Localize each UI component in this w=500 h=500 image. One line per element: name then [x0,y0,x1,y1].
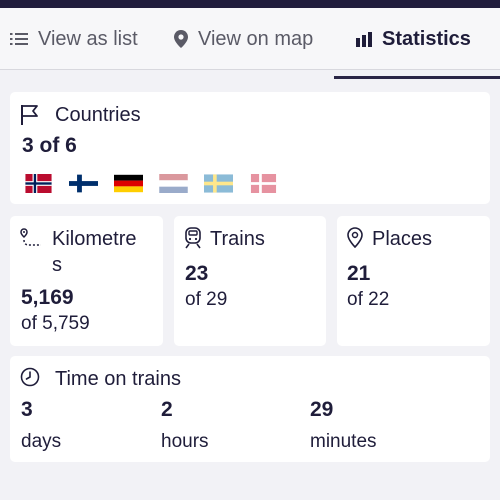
places-value: 21 [347,262,371,285]
tab-view-on-map[interactable]: View on map [174,8,313,70]
list-icon [10,32,28,46]
norway-flag-icon [25,174,52,193]
trains-title: Trains [210,228,265,250]
kilometres-card: Kilometre s 5,169 of 5,759 [10,216,163,346]
tab-view-on-map-label: View on map [198,27,314,50]
trains-card: Trains 23 of 29 [174,216,326,346]
denmark-flag-icon [250,174,277,193]
netherlands-flag-icon [159,174,188,193]
train-icon [185,227,201,249]
status-bar [0,0,500,8]
clock-icon [20,367,40,387]
kilometres-title-line2: s [52,254,62,276]
tab-view-as-list-label: View as list [38,27,138,50]
view-tabs: View as list View on map Statistics [0,8,500,79]
finland-flag-icon [69,174,98,193]
places-total: of 22 [347,289,390,310]
time-minutes-label: minutes [310,431,377,452]
kilometres-value: 5,169 [21,286,74,309]
tab-statistics-label: Statistics [382,27,471,50]
route-icon [20,228,41,246]
time-title: Time on trains [55,368,181,390]
tab-view-as-list[interactable]: View as list [10,8,138,70]
time-on-trains-card: Time on trains 3 days 2 hours 29 minutes [10,356,490,462]
tab-statistics[interactable]: Statistics [356,8,471,70]
places-title: Places [372,228,433,250]
time-days-label: days [21,431,62,452]
countries-card: Countries 3 of 6 [10,92,490,204]
time-days-value: 3 [21,398,33,421]
flag-icon [21,105,38,125]
time-minutes-value: 29 [310,398,334,421]
time-hours-label: hours [161,431,209,452]
active-tab-indicator [334,76,500,79]
countries-count: 3 of 6 [22,134,77,157]
trains-value: 23 [185,262,209,285]
germany-flag-icon [114,174,143,193]
location-pin-icon [347,227,363,248]
kilometres-total: of 5,759 [21,313,90,334]
countries-title: Countries [55,104,141,126]
kilometres-title-line1: Kilometre [52,228,137,250]
map-pin-icon [174,30,188,48]
time-hours-value: 2 [161,398,173,421]
bar-chart-icon [356,31,372,47]
trains-total: of 29 [185,289,228,310]
sweden-flag-icon [204,174,233,193]
places-card: Places 21 of 22 [337,216,490,346]
country-flags [24,174,294,193]
